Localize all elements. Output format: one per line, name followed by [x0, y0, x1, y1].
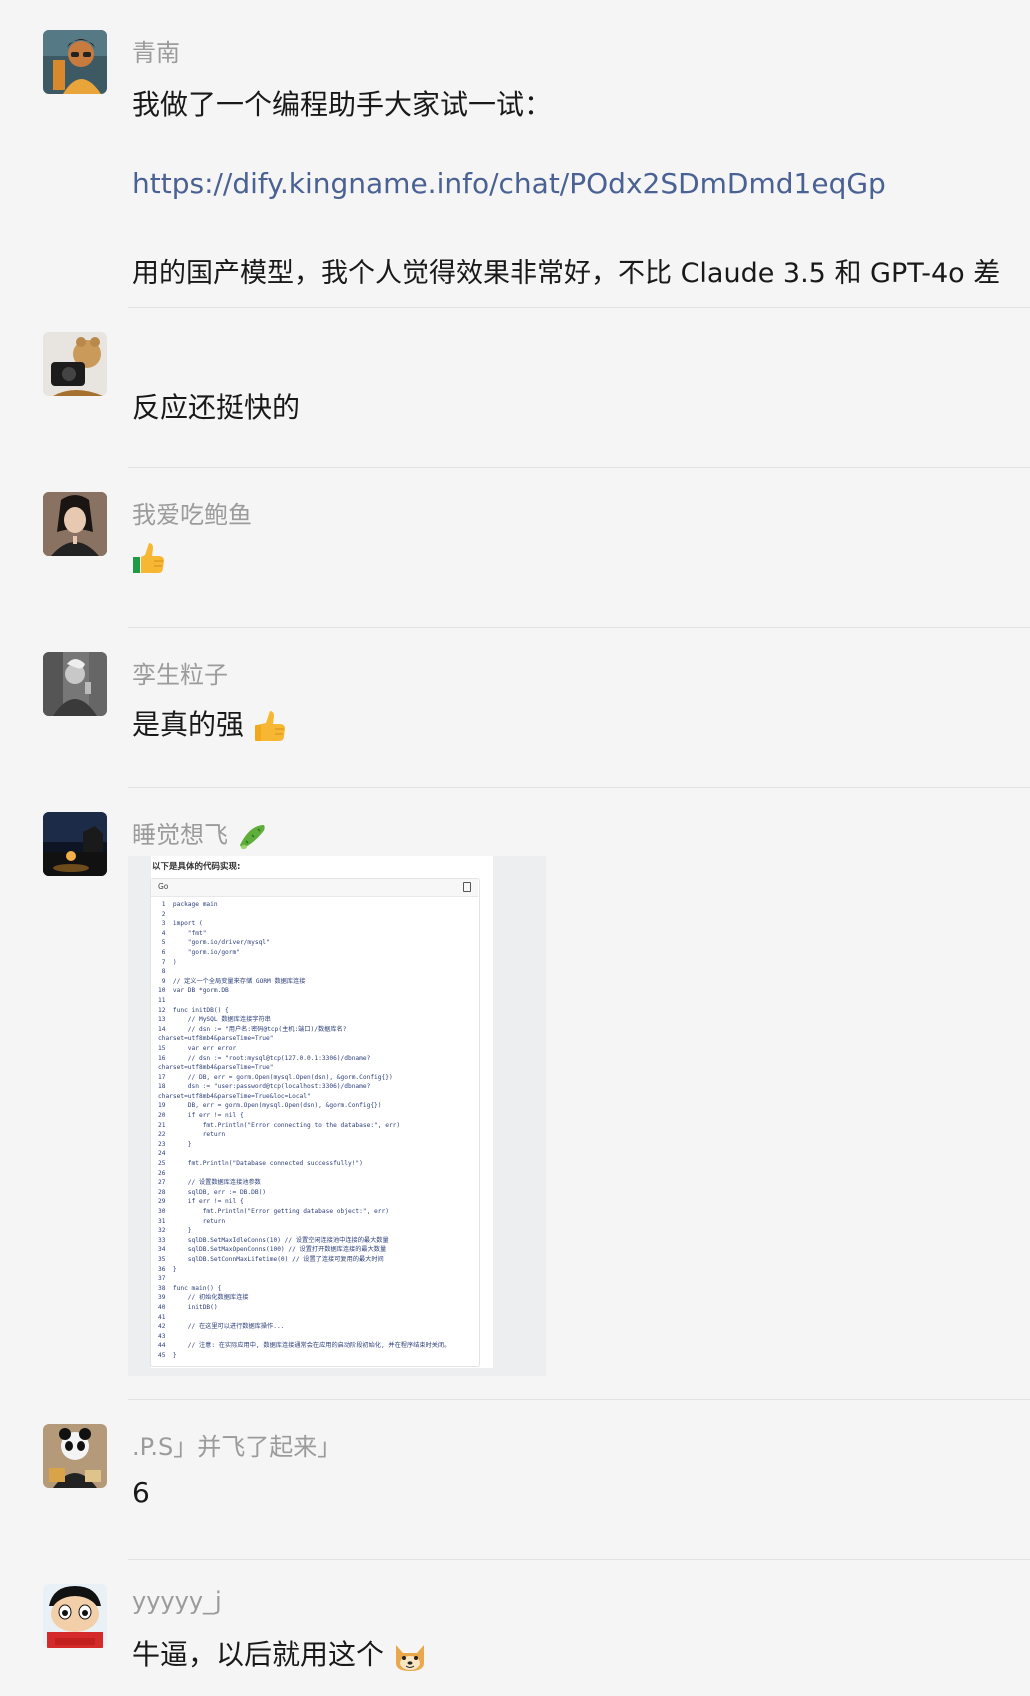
code-text: 1 package main 2 3 import ( 4 "fmt" 5 "g… [158, 901, 451, 1359]
code-block-header [151, 879, 478, 897]
avatar[interactable] [43, 1424, 107, 1488]
message-4: 孪生粒子 是真的强 [0, 628, 1030, 788]
message-3: 我爱吃鲍鱼 [0, 468, 1030, 628]
message-text: 是真的强 [132, 703, 287, 743]
avatar[interactable] [43, 812, 107, 876]
chat-feed: 青南 我做了一个编程助手大家试一试： https://dify.kingname… [0, 0, 1030, 1696]
sender-name-text: 睡觉想飞 [132, 821, 228, 849]
thumbs-up-icon [254, 711, 285, 741]
sender-name: 青南 [132, 39, 180, 67]
code-language: Go [158, 882, 169, 891]
avatar[interactable] [43, 492, 107, 556]
message-6: .P.S」并飞了起来」 6 [0, 1400, 1030, 1560]
message-1: 青南 我做了一个编程助手大家试一试： https://dify.kingname… [0, 0, 1030, 310]
doge-icon [395, 1645, 424, 1671]
sender-name: 我爱吃鲍鱼 [132, 501, 252, 529]
cucumber-icon [239, 825, 265, 849]
message-text: 反应还挺快的 [132, 391, 301, 424]
code-caption: 以下是具体的代码实现: [152, 862, 241, 872]
sender-name: yyyyy_j [132, 1587, 222, 1615]
message-text-content: 是真的强 [132, 708, 245, 741]
message-link[interactable]: https://dify.kingname.info/chat/POdx2SDm… [132, 167, 886, 200]
avatar[interactable] [43, 30, 107, 94]
message-text: 牛逼，以后就用这个 [132, 1633, 427, 1673]
sender-name: 孪生粒子 [132, 661, 228, 689]
thumbs-up-icon [132, 540, 166, 575]
avatar[interactable] [43, 652, 107, 716]
message-text-content: 牛逼，以后就用这个 [132, 1638, 385, 1671]
message-text: 6 [132, 1476, 150, 1509]
message-text: 用的国产模型，我个人觉得效果非常好，不比 Claude 3.5 和 GPT-4o… [132, 258, 1001, 289]
avatar[interactable] [43, 332, 107, 396]
sender-name: 睡觉想飞 [132, 815, 268, 851]
message-7: yyyyy_j 牛逼，以后就用这个 [0, 1560, 1030, 1696]
copy-icon[interactable] [463, 882, 471, 892]
message-text: 我做了一个编程助手大家试一试： [132, 88, 553, 121]
sender-name: .P.S」并飞了起来」 [132, 1433, 342, 1461]
avatar[interactable] [43, 1584, 107, 1648]
message-2: 反应还挺快的 [0, 308, 1030, 468]
